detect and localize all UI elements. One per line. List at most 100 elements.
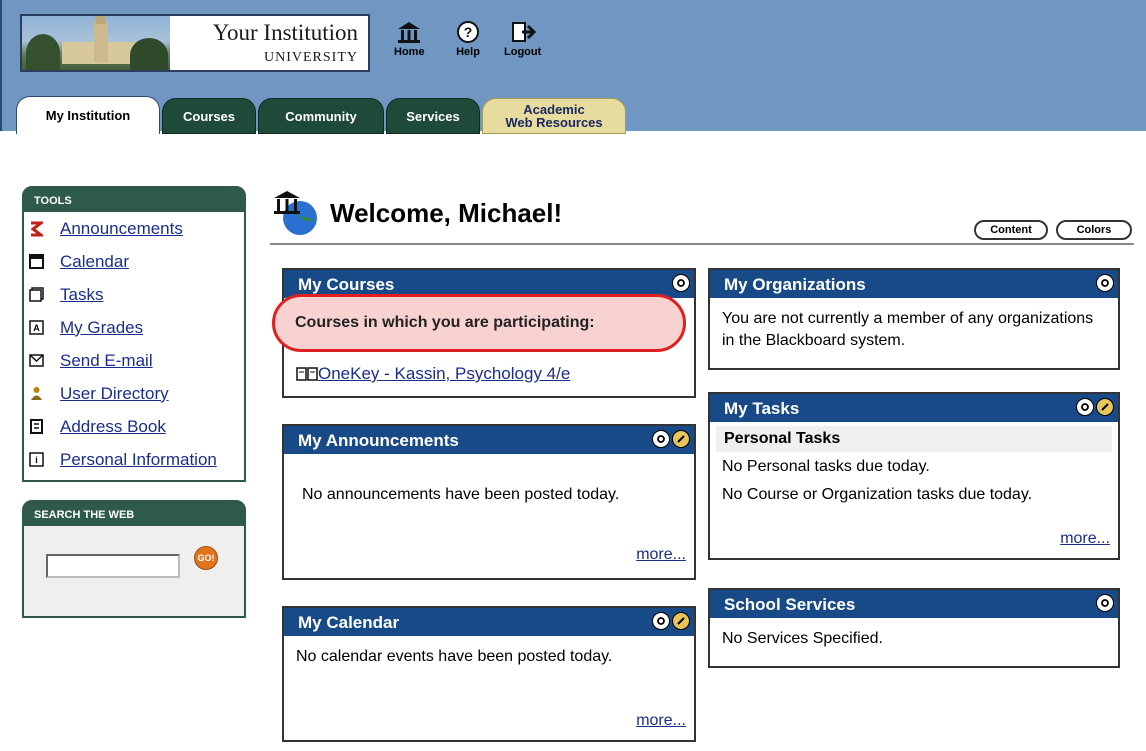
my-organizations-body: You are not currently a member of any or… [722,310,1094,349]
tool-tasks[interactable]: Tasks [24,278,244,311]
module-settings-icon[interactable] [1076,398,1094,416]
search-web-title: SEARCH THE WEB [24,502,244,526]
tool-personal-information-link[interactable]: Personal Information [60,450,217,470]
tasks-more[interactable]: more... [1060,530,1110,548]
my-tasks-header: My Tasks [710,394,1118,422]
my-calendar-module: My Calendar No calendar events have been… [282,606,696,742]
module-settings-icon[interactable] [672,274,690,292]
welcome-heading: Welcome, Michael! [270,190,562,236]
institution-name: Your Institution [212,20,358,45]
calendar-more[interactable]: more... [636,712,686,730]
colors-button[interactable]: Colors [1056,220,1132,240]
tool-tasks-link[interactable]: Tasks [60,285,103,305]
course-link[interactable]: OneKey - Kassin, Psychology 4/e [318,364,570,384]
my-organizations-title: My Organizations [724,275,866,294]
school-services-title: School Services [724,595,856,614]
tab-services[interactable]: Services [386,98,480,134]
announcements-icon [28,221,44,237]
tool-address-book-link[interactable]: Address Book [60,417,166,437]
tasks-icon [28,287,44,303]
logout-label: Logout [504,46,542,58]
module-edit-icon[interactable] [672,612,690,630]
email-icon [28,353,44,369]
svg-text:i: i [35,455,38,465]
home-icon [398,22,421,43]
my-tasks-body: No Personal tasks due today. No Course o… [710,452,1118,516]
tool-calendar[interactable]: Calendar [24,245,244,278]
calendar-more-link[interactable]: more... [636,712,686,729]
tool-my-grades-link[interactable]: My Grades [60,318,143,338]
tasks-line-course: No Course or Organization tasks due toda… [722,486,1033,503]
my-calendar-body: No calendar events have been posted toda… [296,648,613,665]
tool-user-directory[interactable]: User Directory [24,377,244,410]
school-services-module: School Services No Services Specified. [708,588,1120,668]
institution-logo[interactable]: Your Institution UNIVERSITY [20,14,370,72]
go-button[interactable]: GO! [194,546,218,570]
tab-community[interactable]: Community [258,98,384,134]
svg-text:A: A [33,323,40,333]
school-services-header: School Services [710,590,1118,618]
module-edit-icon[interactable] [1096,398,1114,416]
help-icon: ? [457,21,479,43]
tools-title: TOOLS [24,188,244,212]
my-calendar-title: My Calendar [298,613,400,632]
tasks-more-link[interactable]: more... [1060,530,1110,547]
tab-academic-web-resources[interactable]: Academic Web Resources [482,98,626,134]
my-tasks-module: My Tasks Personal Tasks No Personal task… [708,392,1120,560]
courses-participating-text: Courses in which you are participating: [295,314,595,331]
module-settings-icon[interactable] [652,612,670,630]
home-label: Home [394,46,425,58]
help-label: Help [456,46,480,58]
user-directory-icon [28,386,44,402]
my-calendar-header: My Calendar [284,608,694,636]
my-announcements-module: My Announcements No announcements have b… [282,424,696,580]
my-courses-title: My Courses [298,275,395,294]
my-announcements-header: My Announcements [284,426,694,454]
module-settings-icon[interactable] [652,430,670,448]
logout-icon [511,22,536,42]
personal-info-icon: i [28,452,44,468]
content-button[interactable]: Content [974,220,1048,240]
my-announcements-title: My Announcements [298,431,459,450]
grades-icon: A [28,320,44,336]
welcome-title: Welcome, Michael! [330,197,563,228]
tool-send-email-link[interactable]: Send E-mail [60,351,153,371]
tool-my-grades[interactable]: A My Grades [24,311,244,344]
welcome-divider [270,243,1134,245]
tool-address-book[interactable]: Address Book [24,410,244,443]
search-input[interactable] [46,554,180,578]
personal-tasks-subhead: Personal Tasks [716,426,1112,452]
calendar-icon [28,254,44,270]
tool-send-email[interactable]: Send E-mail [24,344,244,377]
my-tasks-title: My Tasks [724,399,800,418]
home-button[interactable]: Home [394,20,425,58]
module-settings-icon[interactable] [1096,274,1114,292]
tab-courses[interactable]: Courses [162,98,256,134]
tool-announcements-link[interactable]: Announcements [60,219,183,239]
search-web-panel: SEARCH THE WEB GO! [22,500,246,618]
my-announcements-body: No announcements have been posted today. [302,486,620,503]
tool-user-directory-link[interactable]: User Directory [60,384,169,404]
logout-button[interactable]: Logout [504,20,541,58]
tool-calendar-link[interactable]: Calendar [60,252,129,272]
module-settings-icon[interactable] [1096,594,1114,612]
course-item[interactable]: OneKey - Kassin, Psychology 4/e [296,364,570,384]
tab-my-institution[interactable]: My Institution [16,96,160,134]
module-edit-icon[interactable] [672,430,690,448]
course-book-icon [296,367,318,381]
courses-participating-highlight: Courses in which you are participating: [272,294,686,352]
tools-panel: TOOLS Announcements Calendar Tasks A My … [22,186,246,482]
globe-institution-icon [274,191,317,235]
institution-subtitle: UNIVERSITY [264,50,358,65]
campus-photo [22,16,170,70]
announcements-more-link[interactable]: more... [636,546,686,563]
tool-personal-information[interactable]: i Personal Information [24,443,244,476]
svg-text:?: ? [464,24,473,40]
my-organizations-module: My Organizations You are not currently a… [708,268,1120,370]
header-bar: Your Institution UNIVERSITY Home ? Help … [0,0,1146,134]
tool-announcements[interactable]: Announcements [24,212,244,245]
help-button[interactable]: ? Help [456,20,480,58]
school-services-body: No Services Specified. [722,630,883,647]
my-organizations-header: My Organizations [710,270,1118,298]
announcements-more[interactable]: more... [636,546,686,564]
